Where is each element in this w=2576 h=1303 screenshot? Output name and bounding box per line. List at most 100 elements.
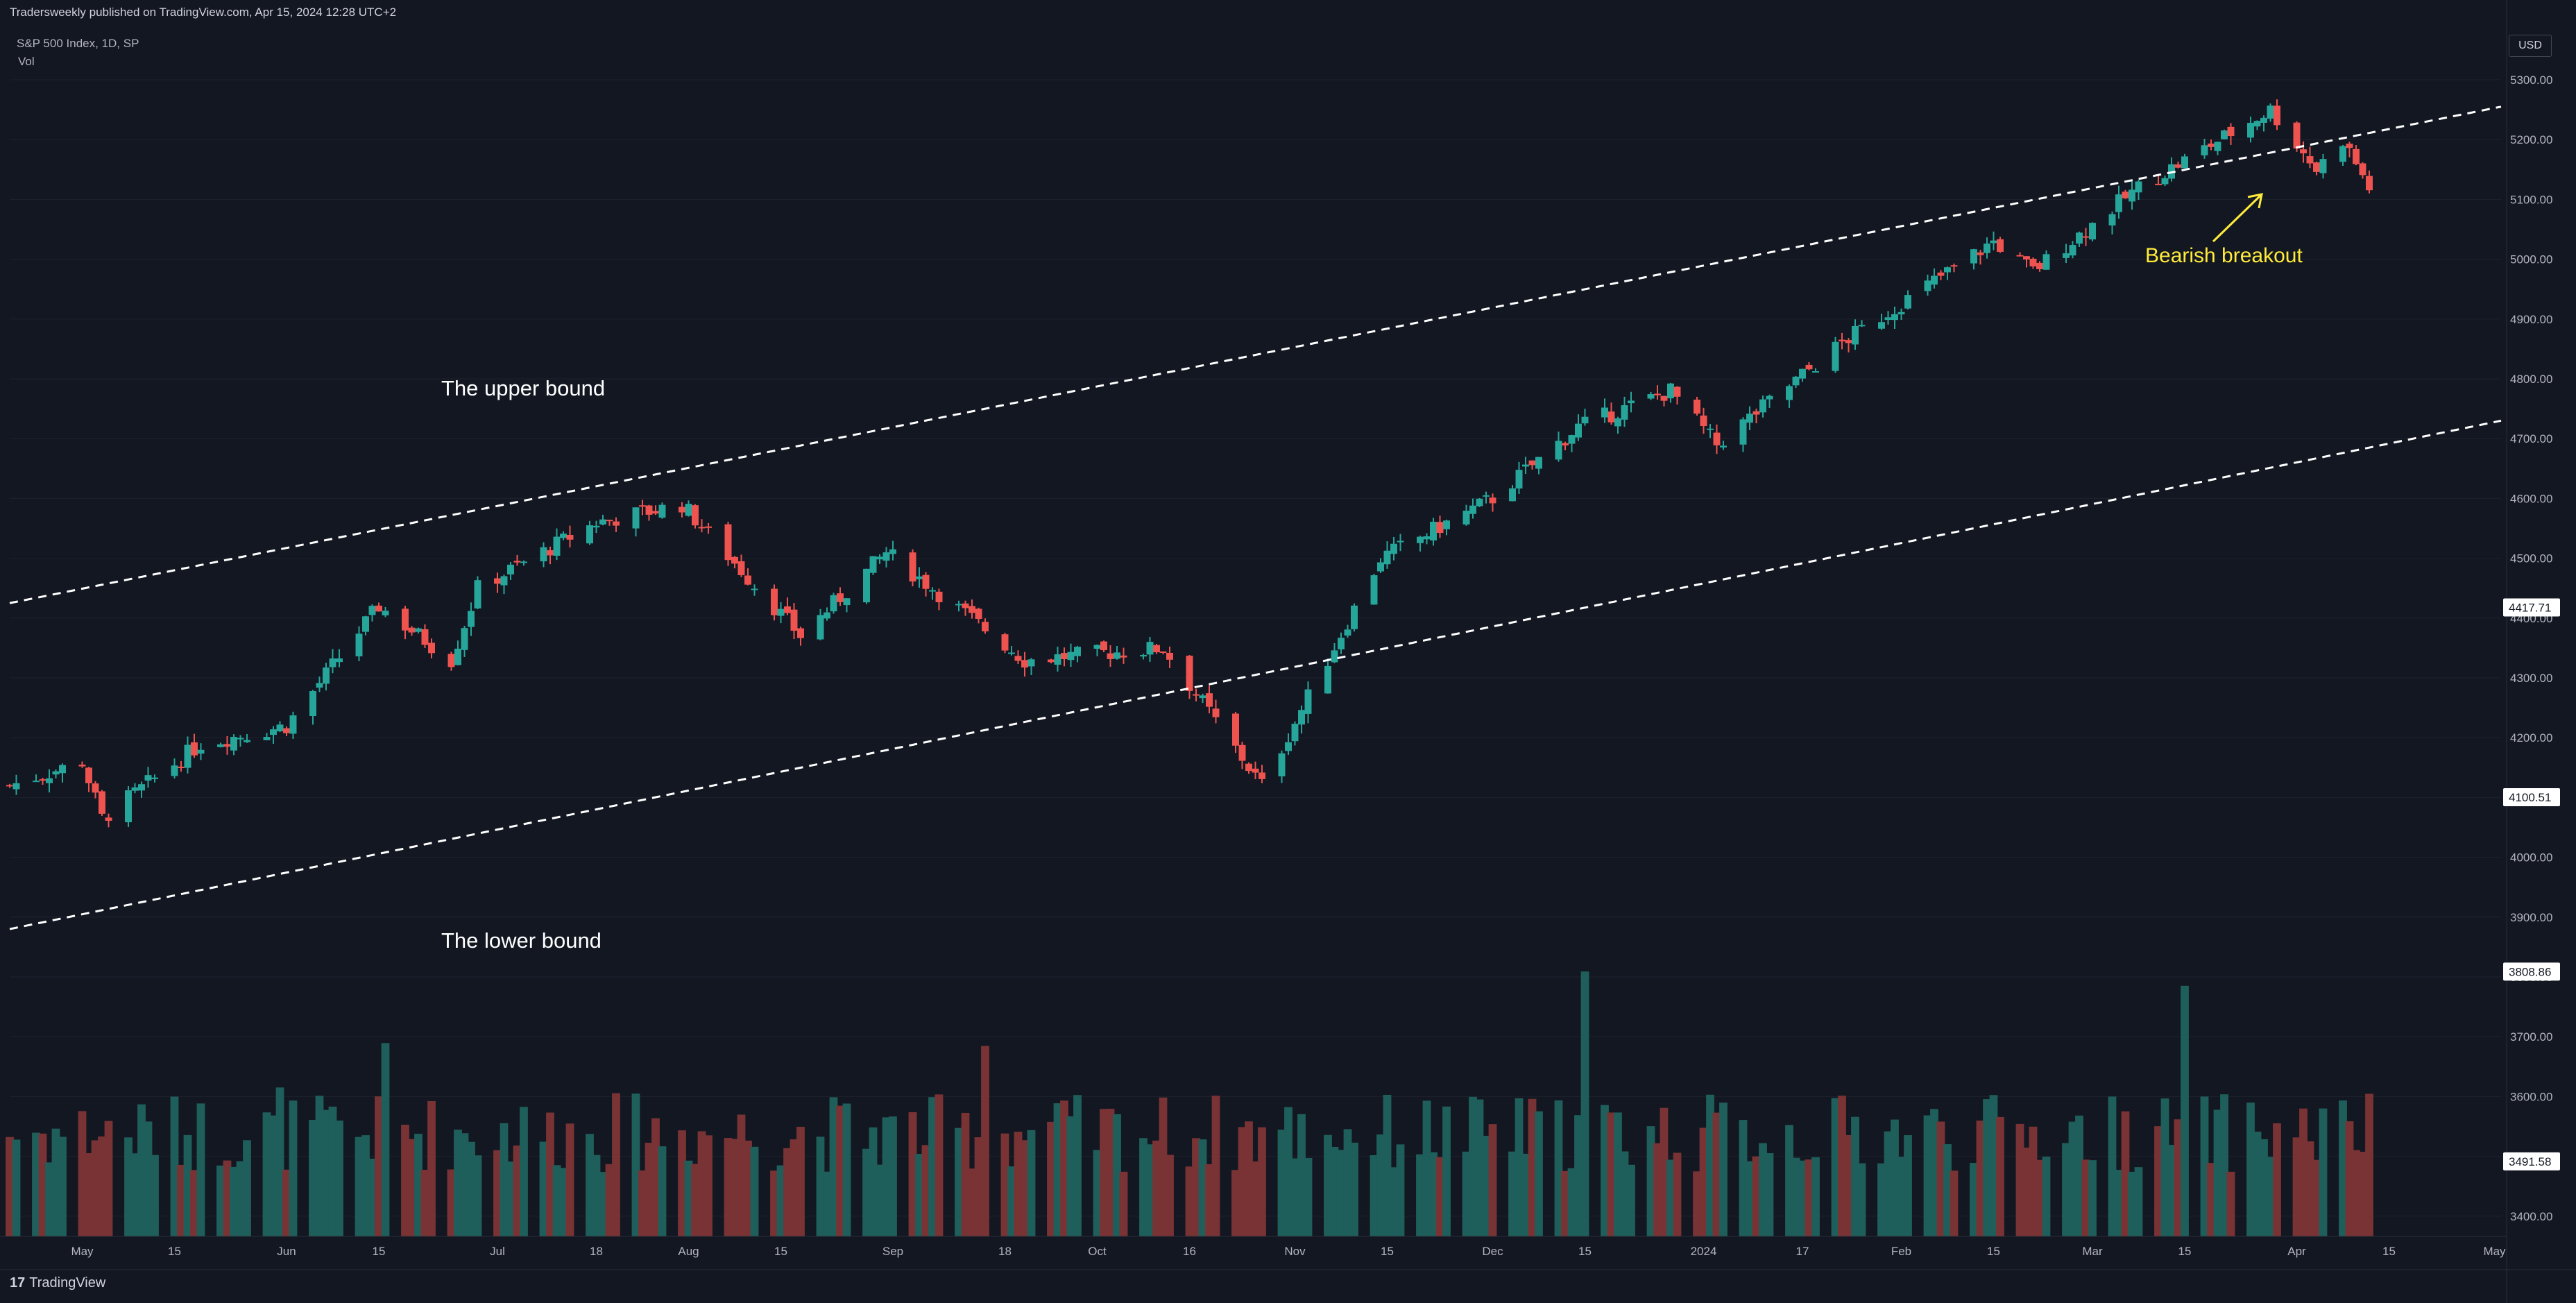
candle-body xyxy=(705,526,712,528)
candle-body xyxy=(1746,414,1753,423)
candle-body xyxy=(882,552,890,561)
volume-bar xyxy=(658,1146,667,1236)
time-tick-label: Sep xyxy=(882,1245,903,1258)
candle-body xyxy=(1114,652,1120,659)
price-marker-label: 3808.86 xyxy=(2509,965,2551,978)
time-tick-label: Dec xyxy=(1482,1245,1503,1258)
candle-body xyxy=(1522,464,1529,467)
tradingview-logo-icon: 17 xyxy=(10,1275,26,1291)
time-tick-label: Aug xyxy=(678,1245,699,1258)
candle-body xyxy=(744,575,751,585)
volume-bar xyxy=(1719,1102,1728,1236)
candle xyxy=(771,584,778,621)
candle-body xyxy=(830,595,837,612)
candle-body xyxy=(2135,181,2142,193)
time-tick-label: 15 xyxy=(774,1245,787,1258)
tradingview-logo[interactable]: 17 TradingView xyxy=(10,1275,105,1291)
candle-body xyxy=(415,628,422,632)
candle-body xyxy=(217,744,224,747)
candle-body xyxy=(1852,325,1859,345)
candle-body xyxy=(632,507,640,529)
candle-body xyxy=(592,525,600,528)
candle-body xyxy=(1100,641,1107,651)
candle-body xyxy=(935,591,943,602)
volume-legend[interactable]: Vol xyxy=(18,55,35,69)
candle-body xyxy=(566,535,574,540)
candle-body xyxy=(784,606,791,613)
candle-body xyxy=(2359,163,2366,176)
candle-body xyxy=(2155,183,2162,185)
candle xyxy=(125,786,132,827)
chart-container[interactable]: 5300.00 5200.00 5100.00 5000.00 4900.00 4800.… xyxy=(0,0,2576,1303)
candle-body xyxy=(737,561,745,575)
candle-body xyxy=(1120,655,1127,658)
candle-body xyxy=(355,633,363,656)
candle-body xyxy=(916,576,923,579)
candle-body xyxy=(824,612,830,619)
time-tick-label: 15 xyxy=(1987,1245,2000,1258)
volume-bar xyxy=(565,1123,574,1236)
symbol-legend[interactable]: S&P 500 Index, 1D, SP xyxy=(17,37,139,51)
candle-body xyxy=(1324,665,1331,694)
candle-body xyxy=(1700,415,1707,427)
candle-body xyxy=(52,771,60,775)
candle-body xyxy=(92,783,99,793)
candle-body xyxy=(382,611,389,615)
time-tick-label: 17 xyxy=(1796,1245,1809,1258)
candle-body xyxy=(698,527,706,529)
candle-body xyxy=(408,627,416,633)
candle-body xyxy=(1232,713,1239,746)
candle-body xyxy=(2274,105,2280,126)
time-tick-label: 15 xyxy=(373,1245,386,1258)
candle-body xyxy=(402,608,409,631)
candle-body xyxy=(1338,638,1345,649)
volume-bar xyxy=(1396,1144,1405,1236)
candle-body xyxy=(2313,162,2320,172)
volume-bar xyxy=(2319,1108,2328,1236)
candle-body xyxy=(6,785,13,787)
candle-body xyxy=(1140,655,1147,657)
candle-body xyxy=(1621,405,1628,420)
candle xyxy=(830,593,837,614)
candle-body xyxy=(1146,642,1154,655)
volume-bar xyxy=(427,1100,436,1236)
candle-body xyxy=(421,629,429,645)
candle-body xyxy=(2108,214,2116,225)
volume-bar xyxy=(1904,1135,1912,1236)
candle-body xyxy=(1752,411,1760,415)
candle-body xyxy=(929,590,936,592)
candle-body xyxy=(1370,575,1378,605)
currency-button[interactable]: USD xyxy=(2509,35,2552,57)
candle-body xyxy=(869,556,877,573)
time-tick-label: 15 xyxy=(1578,1245,1592,1258)
candle-body xyxy=(513,561,521,563)
volume-bar xyxy=(335,1121,343,1236)
candle-body xyxy=(1713,432,1721,445)
volume-bar xyxy=(520,1107,528,1236)
candle-body xyxy=(863,568,870,603)
candle-body xyxy=(962,603,969,608)
candle-body xyxy=(1159,651,1167,653)
candle-body xyxy=(975,608,982,619)
price-tick-label: 4300.00 xyxy=(2510,672,2552,685)
price-chart[interactable]: 5300.00 5200.00 5100.00 5000.00 4900.00 4800.… xyxy=(0,0,2576,1303)
candle-body xyxy=(777,608,785,616)
candle-body xyxy=(336,658,343,663)
candle-body xyxy=(2208,143,2215,147)
volume-bar xyxy=(1027,1130,1036,1236)
volume-bar xyxy=(1073,1095,1082,1236)
volume-bar xyxy=(473,1155,482,1236)
candle xyxy=(1832,337,1839,373)
candle-body xyxy=(1193,694,1200,696)
candle-body xyxy=(1377,562,1384,572)
time-tick-label: 18 xyxy=(998,1245,1012,1258)
time-tick-label: May xyxy=(2483,1245,2506,1258)
candle-body xyxy=(368,606,376,615)
candle-body xyxy=(645,505,653,515)
candle xyxy=(909,549,916,587)
candle-body xyxy=(237,738,244,740)
candle-body xyxy=(474,580,481,608)
candle-body xyxy=(982,622,989,631)
price-tick-label: 3900.00 xyxy=(2510,911,2552,924)
candle-body xyxy=(39,779,46,781)
